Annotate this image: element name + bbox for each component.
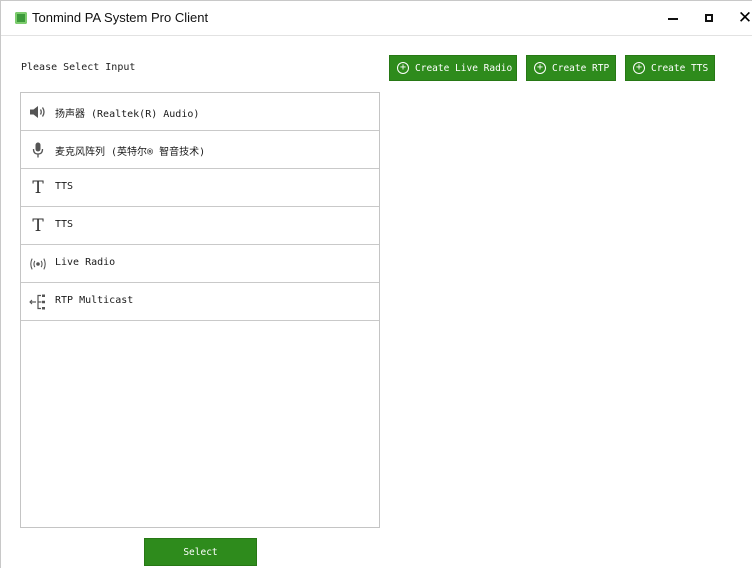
list-item[interactable]: Live Radio: [21, 245, 379, 283]
microphone-icon: [29, 141, 47, 159]
create-live-radio-button[interactable]: + Create Live Radio: [389, 55, 517, 81]
minimize-button[interactable]: [653, 1, 693, 35]
create-rtp-button[interactable]: + Create RTP: [526, 55, 616, 81]
close-icon: ✕: [737, 7, 752, 28]
list-item[interactable]: T TTS: [21, 169, 379, 207]
list-item[interactable]: 麦克风阵列 (英特尔® 智音技术): [21, 131, 379, 169]
window-title: Tonmind PA System Pro Client: [32, 10, 209, 25]
input-list[interactable]: 扬声器 (Realtek(R) Audio) 麦克风阵列 (英特尔® 智音技术)…: [20, 92, 380, 528]
list-item-label: 扬声器 (Realtek(R) Audio): [55, 109, 200, 120]
list-item-label: TTS: [55, 181, 74, 192]
maximize-icon: [705, 14, 713, 22]
create-tts-label: Create TTS: [651, 62, 709, 74]
create-live-radio-label: Create Live Radio: [415, 62, 513, 74]
app-logo-icon: [15, 12, 27, 24]
list-item[interactable]: 扬声器 (Realtek(R) Audio): [21, 93, 379, 131]
title-bar[interactable]: Tonmind PA System Pro Client ✕: [1, 1, 752, 36]
plus-circle-icon: +: [534, 62, 546, 74]
minimize-icon: [668, 18, 678, 20]
list-item-label: Live Radio: [55, 257, 116, 268]
speaker-icon: [29, 103, 47, 121]
list-item-label: RTP Multicast: [55, 295, 134, 306]
create-rtp-label: Create RTP: [552, 62, 610, 74]
list-item[interactable]: T TTS: [21, 207, 379, 245]
input-panel-label: Please Select Input: [21, 62, 136, 73]
text-icon: T: [32, 215, 44, 236]
radio-broadcast-icon: [29, 255, 47, 273]
plus-circle-icon: +: [633, 62, 645, 74]
list-item[interactable]: RTP Multicast: [21, 283, 379, 321]
select-button[interactable]: Select: [144, 538, 257, 566]
app-window: Tonmind PA System Pro Client ✕ Please Se…: [0, 0, 752, 568]
text-icon: T: [32, 177, 44, 198]
create-tts-button[interactable]: + Create TTS: [625, 55, 715, 81]
plus-circle-icon: +: [397, 62, 409, 74]
close-button[interactable]: ✕: [725, 1, 752, 35]
list-item-label: TTS: [55, 219, 74, 230]
maximize-button[interactable]: [689, 1, 729, 35]
multicast-icon: [29, 293, 47, 311]
list-item-label: 麦克风阵列 (英特尔® 智音技术): [55, 147, 206, 158]
